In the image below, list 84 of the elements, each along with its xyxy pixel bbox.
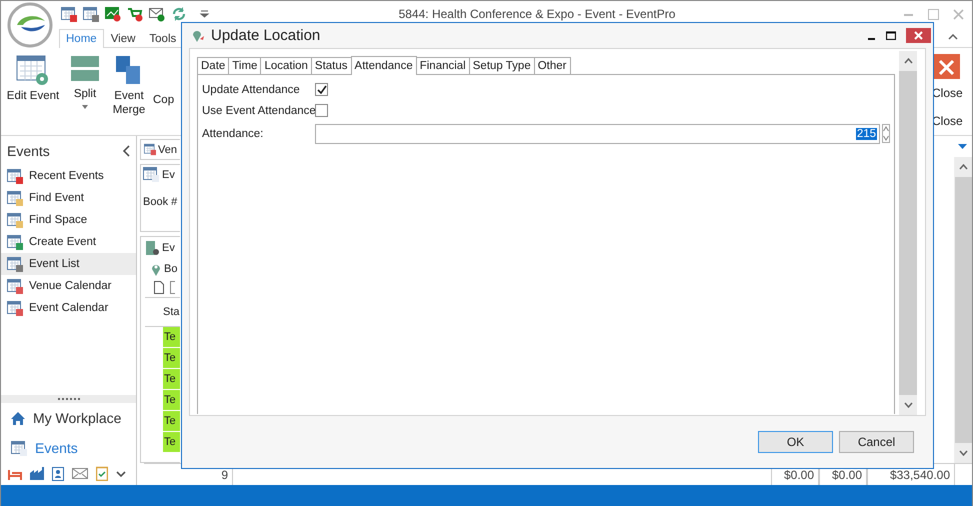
close-button[interactable] [906, 28, 931, 43]
ribbon-tab[interactable]: Home [59, 29, 104, 48]
field-label: Update Attendance [202, 84, 301, 96]
calendar-icon [7, 256, 23, 272]
home-icon [11, 412, 25, 424]
scroll-up-icon[interactable] [904, 58, 912, 64]
field-label: Attendance: [202, 128, 264, 140]
app-logo[interactable] [7, 2, 53, 48]
calendar-icon [7, 234, 23, 250]
status-cell: Te [163, 327, 180, 348]
status-cell: Te [163, 432, 180, 453]
status-cell: Te [163, 369, 180, 390]
sidebar-item[interactable]: Venue Calendar [1, 275, 136, 297]
clipboard-icon[interactable] [96, 466, 108, 481]
bed-icon[interactable] [8, 468, 22, 480]
split-icon [70, 55, 100, 83]
group-title: Ev [162, 168, 175, 180]
location-pin-icon [151, 262, 161, 276]
envelope-icon[interactable] [72, 468, 88, 479]
sidebar-item[interactable]: Recent Events [1, 165, 136, 187]
number-field[interactable]: 215 [315, 124, 880, 144]
calendar-icon [7, 300, 23, 316]
status-cell: Te [163, 390, 180, 411]
factory-icon[interactable] [30, 467, 44, 480]
checkbox[interactable] [315, 104, 328, 117]
ribbon-button[interactable]: Event Merge [109, 48, 149, 135]
ribbon-button[interactable]: Edit Event [5, 48, 61, 135]
field-label: Book # [143, 196, 178, 208]
scrollbar[interactable] [899, 51, 917, 415]
nav-item[interactable]: My Workplace [1, 403, 136, 433]
panel-tab[interactable]: Ev [162, 242, 175, 254]
chevron-down-icon[interactable] [116, 470, 126, 476]
column-header[interactable]: Sta [163, 306, 180, 318]
calendar-gear-icon [16, 55, 50, 85]
dialog-button[interactable]: Cancel [839, 431, 914, 453]
close-icon[interactable] [933, 54, 960, 79]
tab[interactable]: Setup Type [468, 57, 535, 74]
sidebar-item[interactable]: Event List [1, 253, 136, 275]
sidebar-item[interactable]: Find Space [1, 209, 136, 231]
sidebar-item[interactable]: Create Event [1, 231, 136, 253]
calendar-icon [7, 212, 23, 228]
document-icon[interactable] [154, 281, 164, 294]
tab[interactable]: Other [534, 57, 570, 74]
envelope-icon[interactable] [149, 6, 165, 22]
calendar-icon [11, 440, 27, 456]
scrollbar[interactable] [954, 157, 972, 463]
dropdown-icon[interactable] [199, 10, 211, 18]
scroll-down-icon[interactable] [904, 402, 912, 408]
refresh-icon[interactable] [171, 6, 187, 22]
sidebar-item[interactable]: Event Calendar [1, 297, 136, 319]
dropdown-arrow-icon[interactable] [958, 144, 967, 149]
checkbox[interactable] [315, 83, 328, 96]
scroll-up-icon[interactable] [959, 164, 968, 170]
field-label: Use Event Attendance [202, 104, 315, 116]
location-label: Bo [164, 263, 178, 275]
ribbon-tab[interactable]: View [104, 29, 142, 48]
close-icon [914, 31, 923, 40]
collapse-icon[interactable] [122, 145, 130, 157]
collapse-icon[interactable] [948, 34, 958, 40]
scroll-down-icon[interactable] [959, 450, 968, 456]
location-pin-icon [192, 28, 205, 43]
ribbon-button[interactable]: Split [65, 48, 105, 135]
status-cell: Te [163, 348, 180, 369]
contact-card-icon[interactable] [52, 466, 64, 480]
dialog-title: Update Location [211, 27, 320, 44]
maximize-icon[interactable] [886, 31, 896, 40]
calendar-icon [7, 278, 23, 294]
panel-title: Events [7, 143, 50, 159]
tab[interactable]: Date [197, 57, 230, 74]
window-title: 5844: Health Conference & Expo - Event - EventPro [398, 7, 676, 21]
tab[interactable]: Attendance [350, 56, 417, 75]
spinner-icon[interactable] [882, 124, 890, 143]
status-cell: Te [163, 411, 180, 432]
calendar-icon [7, 190, 23, 206]
caret-icon [82, 105, 88, 109]
merge-icon [115, 55, 143, 85]
ribbon-tab[interactable]: Tools [142, 29, 184, 48]
dialog-button[interactable]: OK [758, 431, 833, 453]
calendar-icon [143, 167, 159, 182]
calendar-icon [7, 168, 23, 184]
calendar-icon [144, 142, 156, 157]
ribbon-button[interactable]: Cop [153, 48, 174, 107]
nav-item[interactable]: Events [1, 433, 136, 463]
sidebar-item[interactable]: Find Event [1, 187, 136, 209]
